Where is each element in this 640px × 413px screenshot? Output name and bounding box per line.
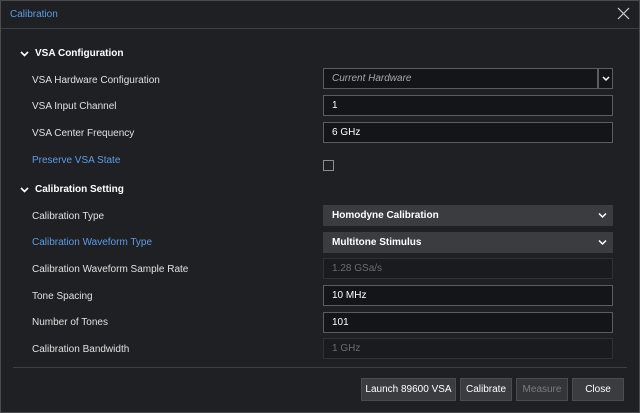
hw-config-label: VSA Hardware Configuration [32,75,160,86]
tone-spacing-field[interactable]: 10 MHz [323,285,613,306]
section-calibration-setting[interactable]: Calibration Setting [20,184,124,195]
input-channel-label: VSA Input Channel [32,101,117,112]
center-frequency-field[interactable]: 6 GHz [323,122,613,143]
section-vsa-configuration[interactable]: VSA Configuration [20,48,124,59]
chevron-down-icon [20,187,29,193]
calibration-dialog: Calibration VSA Configuration VSA Hardwa… [0,0,640,413]
cal-type-label: Calibration Type [32,211,105,222]
sample-rate-label: Calibration Waveform Sample Rate [32,264,189,275]
hw-config-combobox[interactable]: Current Hardware [323,68,598,89]
dialog-title: Calibration [10,9,58,20]
num-tones-label: Number of Tones [32,317,108,328]
num-tones-field[interactable]: 101 [323,312,613,333]
section-heading: VSA Configuration [35,48,124,59]
input-channel-field[interactable]: 1 [323,95,613,116]
cal-bandwidth-label: Calibration Bandwidth [32,344,130,355]
close-button[interactable]: Close [572,378,624,401]
cal-bandwidth-field: 1 GHz [323,338,613,359]
launch-vsa-button[interactable]: Launch 89600 VSA [361,378,456,401]
section-heading: Calibration Setting [35,184,124,195]
chevron-down-icon [598,212,607,219]
cal-type-select[interactable]: Homodyne Calibration [323,205,613,226]
sample-rate-field: 1.28 GSa/s [323,258,613,279]
waveform-type-select[interactable]: Multitone Stimulus [323,232,613,253]
calibrate-button[interactable]: Calibrate [460,378,512,401]
cal-type-value: Homodyne Calibration [332,210,439,221]
chevron-down-icon [602,76,610,82]
waveform-type-label: Calibration Waveform Type [32,237,153,248]
measure-button[interactable]: Measure [516,378,568,401]
footer-divider [13,367,627,368]
chevron-down-icon [20,51,29,57]
preserve-vsa-state-checkbox[interactable] [323,160,334,171]
close-icon[interactable] [617,7,630,20]
chevron-down-icon [598,239,607,246]
title-bar: Calibration [1,1,639,29]
hw-config-dropdown-button[interactable] [598,68,613,89]
preserve-vsa-state-label: Preserve VSA State [32,155,121,166]
center-frequency-label: VSA Center Frequency [32,128,135,139]
tone-spacing-label: Tone Spacing [32,291,93,302]
settings-panel: VSA Configuration VSA Hardware Configura… [1,29,639,367]
waveform-type-value: Multitone Stimulus [332,237,422,248]
